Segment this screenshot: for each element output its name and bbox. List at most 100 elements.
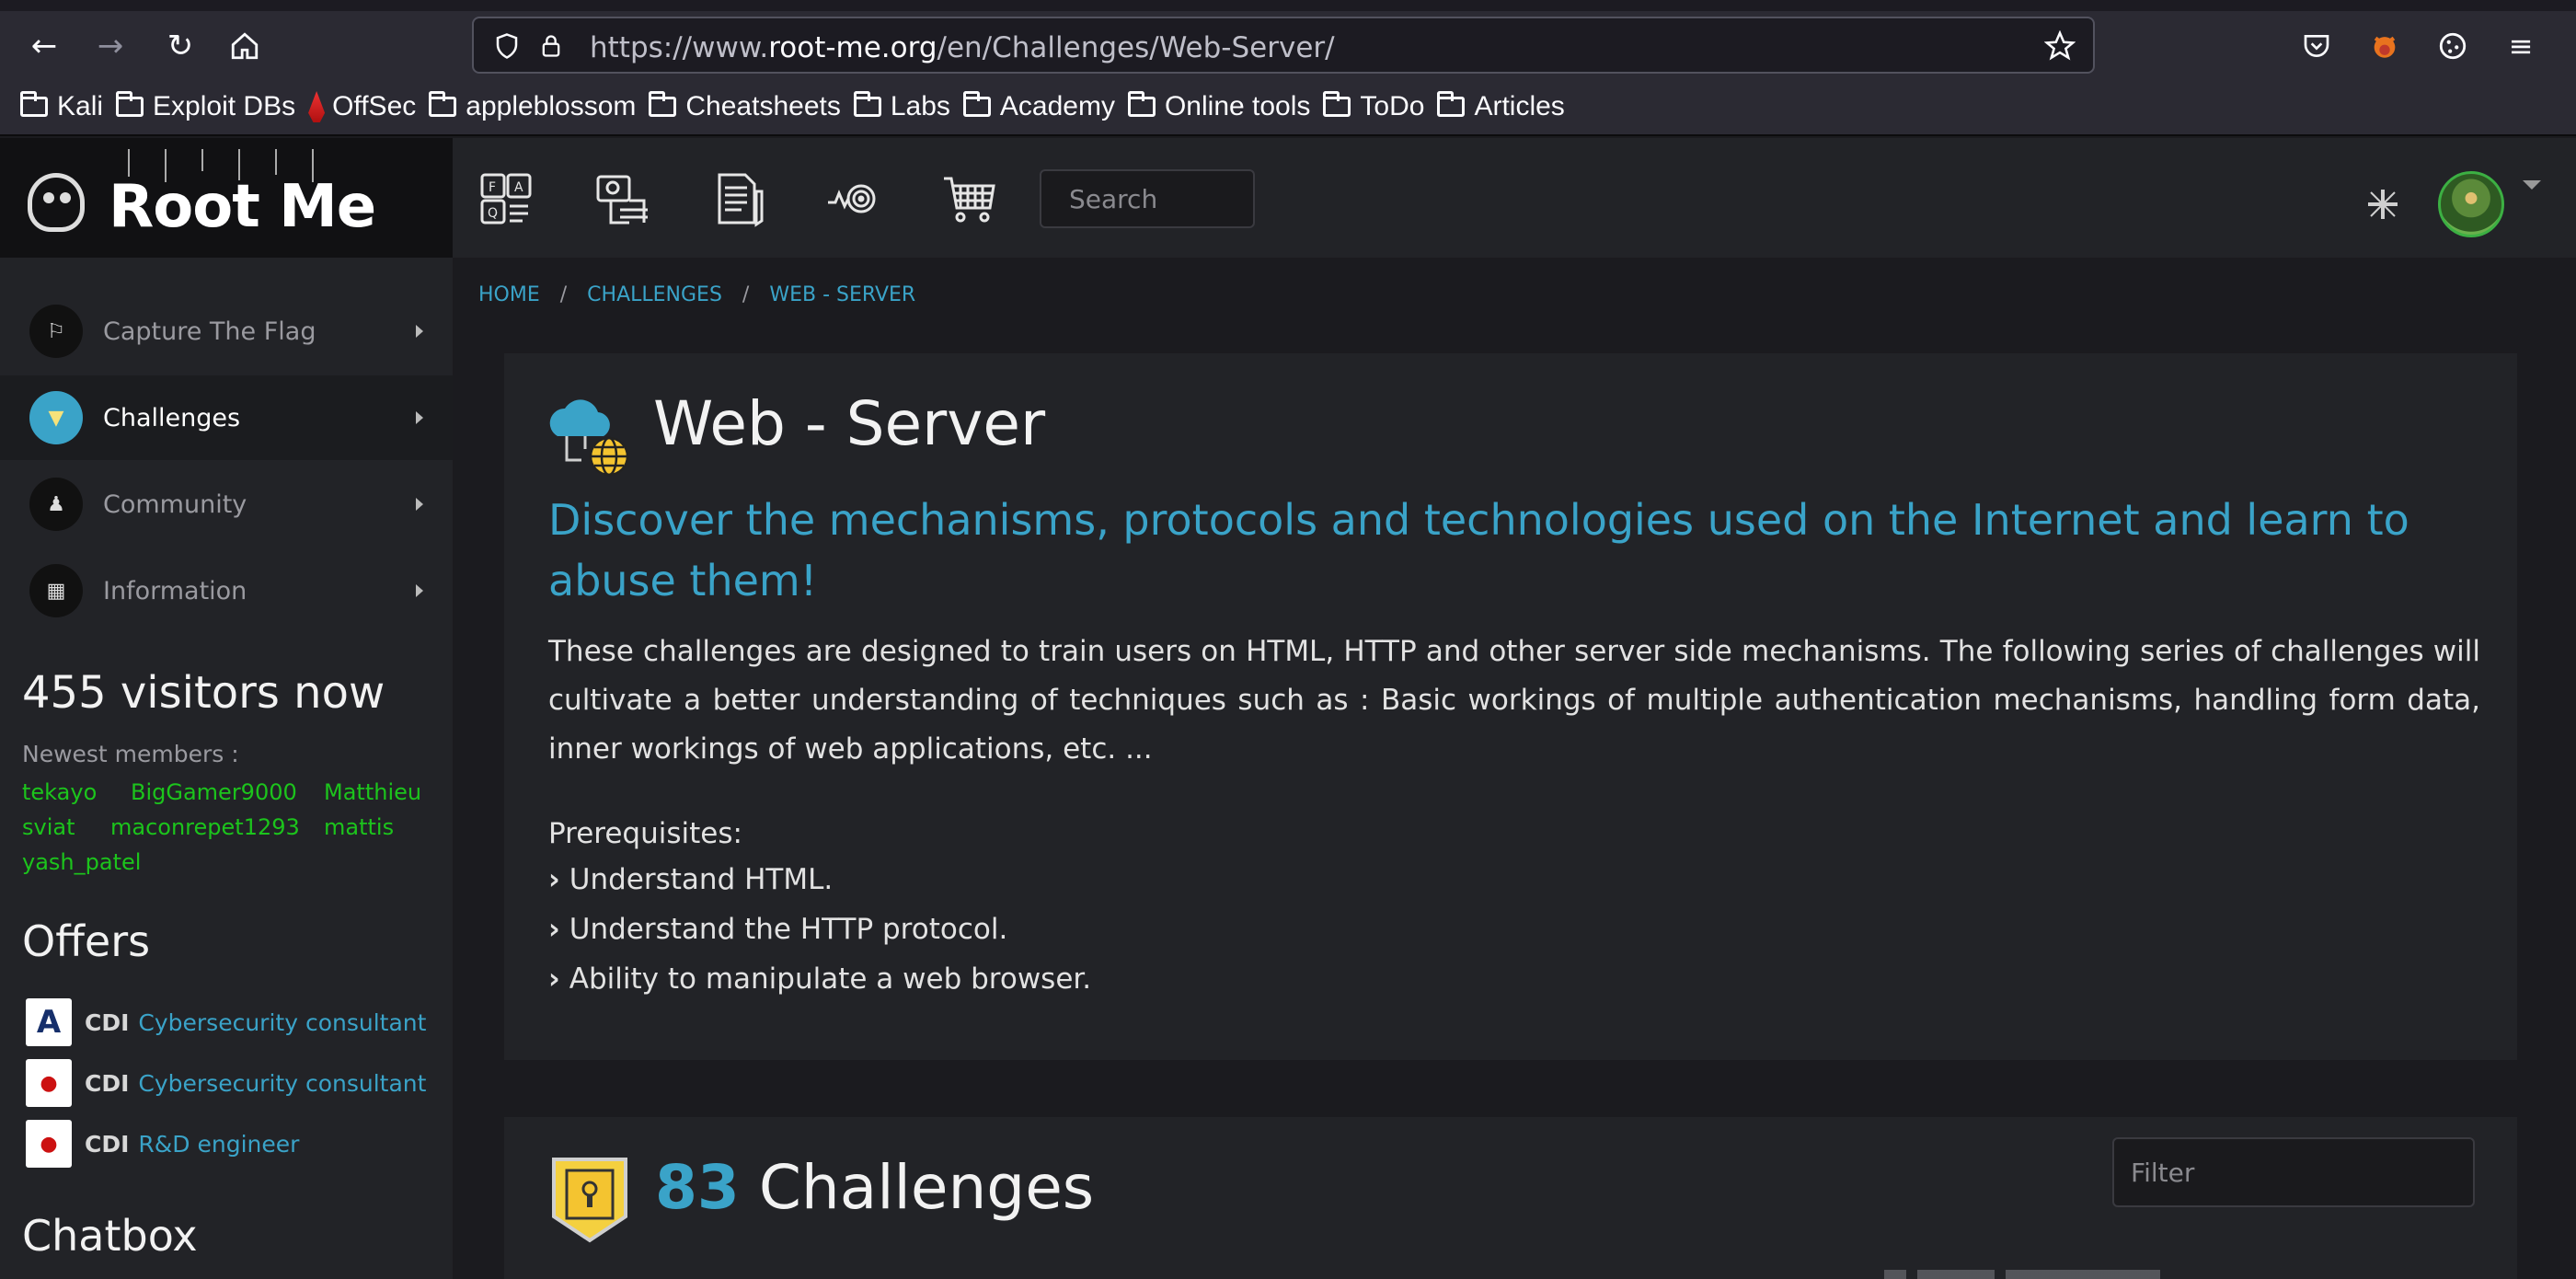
bookmark-labs[interactable]: Labs [852,86,961,127]
bookmark-cheatsheets[interactable]: Cheatsheets [647,86,851,127]
category-description: These challenges are designed to train u… [548,635,2480,766]
prerequisite-item: › Ability to manipulate a web browser. [548,962,1092,996]
chevron-right-icon [416,325,423,338]
breadcrumb-challenges[interactable]: CHALLENGES [587,283,722,306]
newest-members-label: Newest members : [22,741,239,767]
target-nav-icon[interactable] [824,169,883,228]
bookmarks-bar: Kali Exploit DBs OffSec appleblossom Che… [0,79,2576,136]
sidebar-item-community[interactable]: ♟ Community [0,462,453,547]
folder-icon [962,91,991,117]
chevron-down-icon[interactable] [2523,180,2541,190]
reload-icon[interactable]: ↻ [160,26,201,66]
url-bar[interactable]: https://www.root-me.org/en/Challenges/We… [472,17,2095,74]
tab-strip [0,0,2576,11]
lock-icon[interactable] [535,29,568,63]
svg-text:Q: Q [488,206,498,221]
cookie-icon[interactable] [2432,26,2473,66]
bookmark-academy[interactable]: Academy [961,86,1126,127]
breadcrumb-web-server[interactable]: WEB - SERVER [769,283,915,306]
chevron-right-icon [416,584,423,597]
community-icon: ♟ [29,478,83,531]
category-intro-panel: Web - Server Discover the mechanisms, pr… [504,353,2517,1060]
learning-nav-icon[interactable] [592,169,651,228]
browser-toolbar: ← → ↻ https://www.root-me.org/en/Challen… [0,11,2576,79]
sidebar-item-capture-the-flag[interactable]: ⚐ Capture The Flag [0,289,453,374]
challenges-list-panel: 83 Challenges [504,1117,2517,1279]
offer-item[interactable]: A CDI Cybersecurity consultant [26,997,426,1047]
offer-item[interactable]: ● CDI Cybersecurity consultant [26,1058,426,1108]
chevron-right-icon: › [548,863,560,896]
company-logo: A [26,998,72,1046]
info-icon: ▦ [29,564,83,617]
bookmark-online-tools[interactable]: Online tools [1126,86,1321,127]
member-link[interactable]: Matthieu [324,775,421,810]
member-link[interactable]: yash_patel [22,845,141,880]
chevron-right-icon [416,411,423,424]
challenges-count: 83 [655,1152,740,1223]
language-flag-icon[interactable] [2366,188,2399,221]
sidebar-item-challenges[interactable]: ▼ Challenges [0,375,453,460]
hamburger-menu-icon[interactable]: ≡ [2501,26,2541,66]
breadcrumb-home[interactable]: HOME [478,283,540,306]
pocket-icon[interactable] [2296,26,2337,66]
bookmark-star-icon[interactable] [2043,29,2076,63]
svg-text:A: A [514,180,523,195]
bookmark-todo[interactable]: ToDo [1321,86,1435,127]
prerequisite-item: › Understand the HTTP protocol. [548,913,1008,946]
site-search-input[interactable] [1041,171,1253,226]
documentation-nav-icon[interactable] [708,169,767,228]
forward-arrow-icon[interactable]: → [90,26,131,66]
skull-logo-icon [28,173,85,232]
home-icon[interactable] [224,26,265,66]
site-search-field[interactable] [1040,169,1255,228]
offer-item[interactable]: ● CDI R&D engineer [26,1119,299,1169]
sidebar: ⚐ Capture The Flag ▼ Challenges ♟ Commun… [0,258,453,1279]
challenge-badge-icon [552,1158,627,1243]
offsec-icon [308,91,326,122]
chevron-right-icon: › [548,962,560,996]
company-logo: ● [26,1120,72,1168]
member-link[interactable]: tekayo [22,775,131,810]
bookmark-exploit-dbs[interactable]: Exploit DBs [114,86,306,127]
folder-icon [116,91,144,117]
back-arrow-icon[interactable]: ← [24,26,64,66]
page-subtitle: Discover the mechanisms, protocols and t… [548,495,2409,605]
member-link[interactable]: maconrepet1293 [110,810,324,845]
page-title: Web - Server [653,388,1046,459]
challenges-count-label: Challenges [758,1152,1095,1223]
flag-icon: ⚐ [29,305,83,358]
folder-icon [649,91,677,117]
folder-icon [1437,91,1466,117]
site-logo[interactable]: Root Me [0,138,453,258]
company-logo: ● [26,1059,72,1107]
shop-cart-icon[interactable] [940,169,999,228]
visitors-count: 455 visitors now [22,667,385,719]
member-link[interactable]: sviat [22,810,110,845]
site-header: Root Me F A Q [0,138,2576,258]
logo-text: Root Me [109,173,376,241]
challenge-filter-input[interactable] [2114,1139,2473,1205]
shield-icon[interactable] [490,29,523,63]
fox-extension-icon[interactable] [2364,26,2405,66]
challenges-nav-icon[interactable]: F A Q [477,169,535,228]
cut-off-table-header [1884,1270,2160,1279]
prerequisite-item: › Understand HTML. [548,863,834,896]
bookmark-offsec[interactable]: OffSec [306,86,427,127]
challenge-filter-field[interactable] [2112,1137,2475,1207]
member-link[interactable]: BigGamer9000 [131,775,324,810]
challenge-badge-icon: ▼ [29,391,83,444]
prerequisites-title: Prerequisites: [548,817,742,850]
folder-icon [1323,91,1351,117]
bookmark-kali[interactable]: Kali [18,86,114,127]
member-link[interactable]: mattis [324,810,394,845]
url-text[interactable]: https://www.root-me.org/en/Challenges/We… [590,31,1335,64]
chevron-right-icon: › [548,913,560,946]
offers-title: Offers [22,916,151,966]
bookmark-articles[interactable]: Articles [1435,86,1575,127]
sidebar-item-information[interactable]: ▦ Information [0,548,453,633]
user-avatar[interactable] [2438,171,2504,237]
folder-icon [20,91,48,117]
challenges-count-heading: 83 Challenges [655,1152,1094,1223]
bookmark-appleblossom[interactable]: appleblossom [427,86,647,127]
chatbox-title: Chatbox [22,1211,198,1261]
